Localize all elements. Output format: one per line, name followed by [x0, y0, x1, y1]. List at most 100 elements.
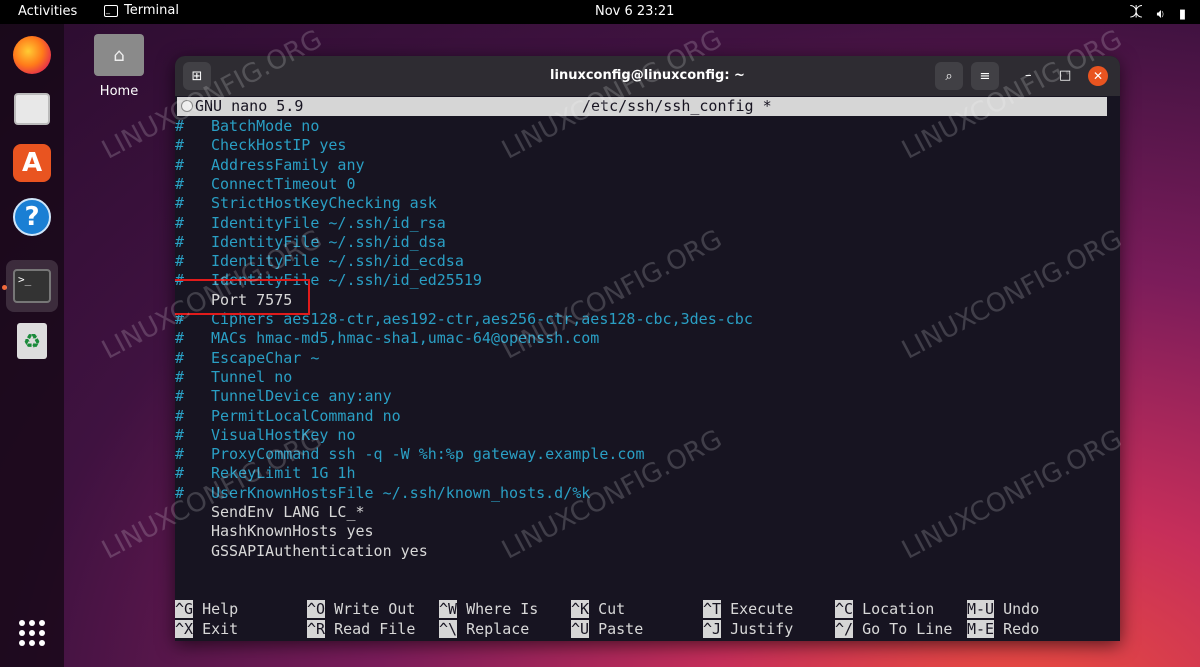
line-text: Tunnel no [211, 367, 293, 386]
shortcut-label: Read File [325, 619, 416, 638]
nano-filename: /etc/ssh/ssh_config * [582, 97, 772, 115]
shortcut-label: Write Out [325, 600, 416, 618]
battery-icon: ▮ [1178, 6, 1186, 22]
dock-files[interactable] [9, 86, 55, 132]
port-highlight-box [175, 279, 310, 315]
line-text: StrictHostKeyChecking ask [211, 194, 437, 213]
shortcut-item: ^/ Go To Line [835, 619, 953, 638]
comment-marker: # [175, 174, 185, 193]
comment-marker: # [175, 425, 185, 444]
line-text: HashKnownHosts yes [211, 522, 374, 541]
shortcut-item: ^G Help [175, 600, 238, 618]
dock-firefox[interactable] [9, 32, 55, 78]
shortcut-label: Paste [589, 619, 644, 638]
dock-help[interactable]: ? [9, 194, 55, 240]
shortcut-key: ^T [703, 600, 722, 618]
line-text: IdentityFile ~/.ssh/id_dsa [211, 232, 446, 251]
comment-marker: # [175, 136, 185, 155]
desktop-home[interactable]: ⌂ Home [88, 34, 150, 99]
maximize-button[interactable]: □ [1059, 68, 1071, 83]
shortcut-label: Exit [193, 619, 239, 638]
terminal-window: ⊞ linuxconfig@linuxconfig: ~ ⌕ ≡ – □ ✕ G… [175, 56, 1120, 641]
clock[interactable]: Nov 6 23:21 [595, 4, 674, 19]
line-text: IdentityFile ~/.ssh/id_ecdsa [211, 252, 464, 271]
terminal-content[interactable]: GNU nano 5.9 /etc/ssh/ssh_config * # Batc… [175, 96, 1120, 641]
shortcut-item: ^J Justify [703, 619, 793, 638]
shortcut-key: ^C [835, 600, 854, 618]
shortcut-item: ^C Location [835, 600, 934, 618]
line-text: UserKnownHostsFile ~/.ssh/known_hosts.d/… [211, 483, 591, 502]
shortcut-key: ^W [439, 600, 458, 618]
network-icon: ⯰ [1129, 5, 1143, 20]
shortcut-item: ^\ Replace [439, 619, 529, 638]
files-icon [14, 93, 50, 125]
title-bar[interactable]: ⊞ linuxconfig@linuxconfig: ~ ⌕ ≡ – □ ✕ [175, 56, 1120, 96]
terminal-icon: >_ [13, 269, 51, 303]
shortcut-label: Location [853, 600, 935, 618]
menu-button[interactable]: ≡ [971, 62, 999, 90]
shortcut-item: ^R Read File [307, 619, 416, 638]
comment-marker: # [175, 155, 185, 174]
app-menu[interactable]: _ Terminal [104, 3, 179, 18]
shortcut-label: Redo [994, 619, 1040, 638]
home-folder-icon: ⌂ [94, 34, 144, 76]
line-text: BatchMode no [211, 117, 320, 135]
shortcut-item: ^W Where Is [439, 600, 538, 618]
nano-header: GNU nano 5.9 /etc/ssh/ssh_config * [177, 97, 1107, 116]
shortcut-key: ^U [571, 619, 590, 638]
comment-marker: # [175, 213, 185, 232]
shortcut-label: Execute [721, 600, 794, 618]
nano-version: GNU nano 5.9 [195, 97, 304, 115]
firefox-icon [13, 36, 51, 74]
comment-marker: # [175, 329, 185, 348]
shortcut-key: ^J [703, 619, 722, 638]
hamburger-icon: ≡ [979, 68, 991, 84]
shortcut-key: ^\ [439, 619, 458, 638]
comment-marker: # [175, 348, 185, 367]
line-text: ConnectTimeout 0 [211, 174, 356, 193]
dock: A ? >_ ♻ [0, 24, 64, 667]
line-text: VisualHostKey no [211, 425, 356, 444]
line-text: CheckHostIP yes [211, 136, 347, 155]
terminal-icon: _ [104, 4, 118, 17]
shortcut-key: M-U [967, 600, 995, 618]
comment-marker: # [175, 252, 185, 271]
shortcut-item: ^O Write Out [307, 600, 415, 618]
home-label: Home [99, 84, 139, 99]
comment-marker: # [175, 406, 185, 425]
comment-marker: # [175, 367, 185, 386]
top-bar: Activities _ Terminal Nov 6 23:21 ⯰ 🔉︎ ▮ [0, 0, 1200, 24]
dock-trash[interactable]: ♻ [9, 318, 55, 364]
shortcut-item: ^K Cut [571, 600, 625, 618]
comment-marker: # [175, 483, 185, 502]
line-text: EscapeChar ~ [211, 348, 320, 367]
software-store-icon: A [13, 144, 51, 182]
show-apps-button[interactable] [9, 610, 55, 656]
cursor-marker [181, 100, 193, 112]
shortcut-label: Go To Line [853, 619, 953, 638]
comment-marker: # [175, 445, 185, 464]
app-grid-icon [19, 620, 45, 646]
close-button[interactable]: ✕ [1088, 66, 1108, 86]
dock-terminal[interactable]: >_ [6, 260, 58, 312]
activities-button[interactable]: Activities [18, 4, 77, 19]
shortcut-key: M-E [967, 619, 995, 638]
shortcut-key: ^G [175, 600, 194, 618]
shortcut-item: M-U Undo [967, 600, 1039, 618]
comment-marker: # [175, 117, 185, 135]
help-icon: ? [13, 198, 51, 236]
shortcut-label: Cut [589, 600, 626, 618]
shortcut-key: ^X [175, 619, 194, 638]
shortcut-label: Undo [994, 600, 1040, 618]
shortcut-key: ^O [307, 600, 326, 618]
search-button[interactable]: ⌕ [935, 62, 963, 90]
line-text: RekeyLimit 1G 1h [211, 464, 356, 483]
line-text: PermitLocalCommand no [211, 406, 401, 425]
line-text: SendEnv LANG LC_* [211, 503, 365, 521]
dock-software[interactable]: A [9, 140, 55, 186]
minimize-button[interactable]: – [1025, 68, 1032, 83]
volume-icon: 🔉︎ [1156, 6, 1165, 22]
line-text: MACs hmac-md5,hmac-sha1,umac-64@openssh.… [211, 329, 600, 348]
comment-marker: # [175, 232, 185, 251]
system-tray[interactable]: ⯰ 🔉︎ ▮ [1130, 3, 1186, 25]
